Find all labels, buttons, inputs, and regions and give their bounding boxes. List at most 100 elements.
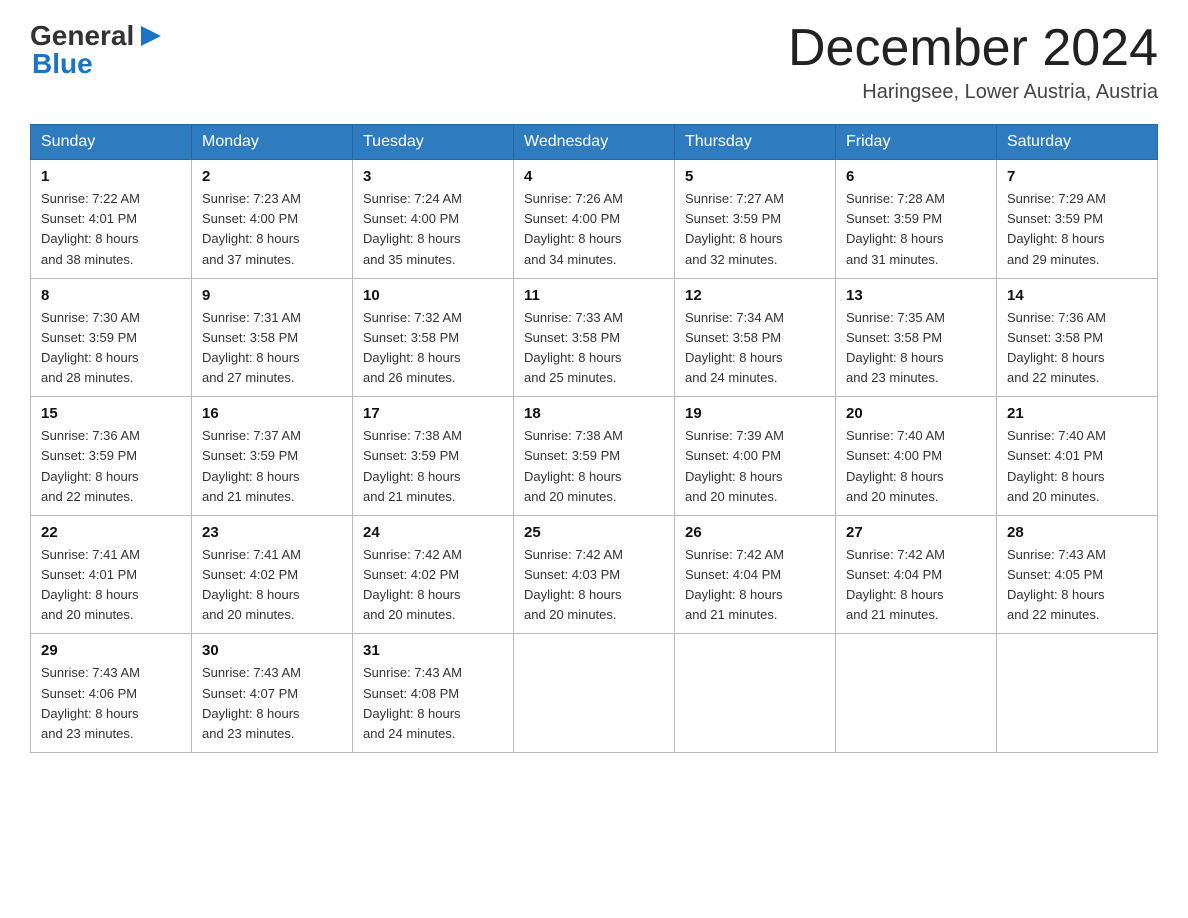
day-number: 9 <box>202 287 342 304</box>
day-cell: 9 Sunrise: 7:31 AM Sunset: 3:58 PM Dayli… <box>192 278 353 397</box>
day-info: Sunrise: 7:41 AM Sunset: 4:02 PM Dayligh… <box>202 545 342 626</box>
day-number: 21 <box>1007 405 1147 422</box>
day-info: Sunrise: 7:40 AM Sunset: 4:00 PM Dayligh… <box>846 426 986 507</box>
day-cell: 15 Sunrise: 7:36 AM Sunset: 3:59 PM Dayl… <box>31 397 192 516</box>
day-cell: 22 Sunrise: 7:41 AM Sunset: 4:01 PM Dayl… <box>31 515 192 634</box>
day-info: Sunrise: 7:43 AM Sunset: 4:06 PM Dayligh… <box>41 663 181 744</box>
day-info: Sunrise: 7:43 AM Sunset: 4:08 PM Dayligh… <box>363 663 503 744</box>
day-cell: 13 Sunrise: 7:35 AM Sunset: 3:58 PM Dayl… <box>836 278 997 397</box>
day-cell: 25 Sunrise: 7:42 AM Sunset: 4:03 PM Dayl… <box>514 515 675 634</box>
day-cell: 11 Sunrise: 7:33 AM Sunset: 3:58 PM Dayl… <box>514 278 675 397</box>
header-cell-tuesday: Tuesday <box>353 125 514 160</box>
calendar-header: SundayMondayTuesdayWednesdayThursdayFrid… <box>31 125 1158 160</box>
day-info: Sunrise: 7:43 AM Sunset: 4:07 PM Dayligh… <box>202 663 342 744</box>
week-row-3: 15 Sunrise: 7:36 AM Sunset: 3:59 PM Dayl… <box>31 397 1158 516</box>
day-info: Sunrise: 7:22 AM Sunset: 4:01 PM Dayligh… <box>41 189 181 270</box>
day-info: Sunrise: 7:33 AM Sunset: 3:58 PM Dayligh… <box>524 308 664 389</box>
day-cell: 10 Sunrise: 7:32 AM Sunset: 3:58 PM Dayl… <box>353 278 514 397</box>
day-info: Sunrise: 7:42 AM Sunset: 4:04 PM Dayligh… <box>846 545 986 626</box>
day-number: 22 <box>41 524 181 541</box>
day-number: 18 <box>524 405 664 422</box>
day-cell: 4 Sunrise: 7:26 AM Sunset: 4:00 PM Dayli… <box>514 160 675 279</box>
day-cell: 31 Sunrise: 7:43 AM Sunset: 4:08 PM Dayl… <box>353 634 514 753</box>
header-cell-wednesday: Wednesday <box>514 125 675 160</box>
day-number: 17 <box>363 405 503 422</box>
day-number: 25 <box>524 524 664 541</box>
day-number: 7 <box>1007 168 1147 185</box>
day-number: 29 <box>41 642 181 659</box>
day-number: 3 <box>363 168 503 185</box>
day-cell: 24 Sunrise: 7:42 AM Sunset: 4:02 PM Dayl… <box>353 515 514 634</box>
day-info: Sunrise: 7:24 AM Sunset: 4:00 PM Dayligh… <box>363 189 503 270</box>
day-info: Sunrise: 7:42 AM Sunset: 4:04 PM Dayligh… <box>685 545 825 626</box>
day-number: 28 <box>1007 524 1147 541</box>
location-text: Haringsee, Lower Austria, Austria <box>788 81 1158 104</box>
day-info: Sunrise: 7:39 AM Sunset: 4:00 PM Dayligh… <box>685 426 825 507</box>
day-number: 10 <box>363 287 503 304</box>
week-row-2: 8 Sunrise: 7:30 AM Sunset: 3:59 PM Dayli… <box>31 278 1158 397</box>
day-number: 13 <box>846 287 986 304</box>
header-cell-saturday: Saturday <box>997 125 1158 160</box>
day-cell: 21 Sunrise: 7:40 AM Sunset: 4:01 PM Dayl… <box>997 397 1158 516</box>
header-cell-thursday: Thursday <box>675 125 836 160</box>
title-section: December 2024 Haringsee, Lower Austria, … <box>788 20 1158 104</box>
page-header: General Blue December 2024 Haringsee, Lo… <box>30 20 1158 104</box>
day-info: Sunrise: 7:37 AM Sunset: 3:59 PM Dayligh… <box>202 426 342 507</box>
day-cell: 19 Sunrise: 7:39 AM Sunset: 4:00 PM Dayl… <box>675 397 836 516</box>
day-cell: 6 Sunrise: 7:28 AM Sunset: 3:59 PM Dayli… <box>836 160 997 279</box>
day-number: 6 <box>846 168 986 185</box>
day-cell: 30 Sunrise: 7:43 AM Sunset: 4:07 PM Dayl… <box>192 634 353 753</box>
day-number: 19 <box>685 405 825 422</box>
day-info: Sunrise: 7:30 AM Sunset: 3:59 PM Dayligh… <box>41 308 181 389</box>
day-cell: 20 Sunrise: 7:40 AM Sunset: 4:00 PM Dayl… <box>836 397 997 516</box>
day-number: 14 <box>1007 287 1147 304</box>
day-info: Sunrise: 7:23 AM Sunset: 4:00 PM Dayligh… <box>202 189 342 270</box>
header-cell-monday: Monday <box>192 125 353 160</box>
calendar-table: SundayMondayTuesdayWednesdayThursdayFrid… <box>30 124 1158 753</box>
day-info: Sunrise: 7:35 AM Sunset: 3:58 PM Dayligh… <box>846 308 986 389</box>
day-cell: 7 Sunrise: 7:29 AM Sunset: 3:59 PM Dayli… <box>997 160 1158 279</box>
day-info: Sunrise: 7:34 AM Sunset: 3:58 PM Dayligh… <box>685 308 825 389</box>
day-number: 31 <box>363 642 503 659</box>
logo-blue-text: Blue <box>32 48 93 79</box>
day-number: 23 <box>202 524 342 541</box>
day-cell: 26 Sunrise: 7:42 AM Sunset: 4:04 PM Dayl… <box>675 515 836 634</box>
day-cell: 12 Sunrise: 7:34 AM Sunset: 3:58 PM Dayl… <box>675 278 836 397</box>
day-number: 16 <box>202 405 342 422</box>
day-info: Sunrise: 7:32 AM Sunset: 3:58 PM Dayligh… <box>363 308 503 389</box>
day-cell: 17 Sunrise: 7:38 AM Sunset: 3:59 PM Dayl… <box>353 397 514 516</box>
day-number: 5 <box>685 168 825 185</box>
week-row-4: 22 Sunrise: 7:41 AM Sunset: 4:01 PM Dayl… <box>31 515 1158 634</box>
day-cell: 29 Sunrise: 7:43 AM Sunset: 4:06 PM Dayl… <box>31 634 192 753</box>
day-number: 4 <box>524 168 664 185</box>
day-info: Sunrise: 7:28 AM Sunset: 3:59 PM Dayligh… <box>846 189 986 270</box>
day-cell <box>836 634 997 753</box>
day-cell: 2 Sunrise: 7:23 AM Sunset: 4:00 PM Dayli… <box>192 160 353 279</box>
day-cell: 1 Sunrise: 7:22 AM Sunset: 4:01 PM Dayli… <box>31 160 192 279</box>
day-number: 20 <box>846 405 986 422</box>
month-title: December 2024 <box>788 20 1158 77</box>
day-cell: 18 Sunrise: 7:38 AM Sunset: 3:59 PM Dayl… <box>514 397 675 516</box>
day-number: 11 <box>524 287 664 304</box>
day-number: 15 <box>41 405 181 422</box>
day-info: Sunrise: 7:42 AM Sunset: 4:03 PM Dayligh… <box>524 545 664 626</box>
day-cell: 27 Sunrise: 7:42 AM Sunset: 4:04 PM Dayl… <box>836 515 997 634</box>
day-cell <box>514 634 675 753</box>
day-cell: 28 Sunrise: 7:43 AM Sunset: 4:05 PM Dayl… <box>997 515 1158 634</box>
day-number: 30 <box>202 642 342 659</box>
calendar-body: 1 Sunrise: 7:22 AM Sunset: 4:01 PM Dayli… <box>31 160 1158 753</box>
day-cell: 16 Sunrise: 7:37 AM Sunset: 3:59 PM Dayl… <box>192 397 353 516</box>
day-info: Sunrise: 7:31 AM Sunset: 3:58 PM Dayligh… <box>202 308 342 389</box>
day-info: Sunrise: 7:41 AM Sunset: 4:01 PM Dayligh… <box>41 545 181 626</box>
day-info: Sunrise: 7:38 AM Sunset: 3:59 PM Dayligh… <box>524 426 664 507</box>
day-info: Sunrise: 7:38 AM Sunset: 3:59 PM Dayligh… <box>363 426 503 507</box>
day-info: Sunrise: 7:40 AM Sunset: 4:01 PM Dayligh… <box>1007 426 1147 507</box>
day-cell <box>675 634 836 753</box>
header-cell-sunday: Sunday <box>31 125 192 160</box>
week-row-5: 29 Sunrise: 7:43 AM Sunset: 4:06 PM Dayl… <box>31 634 1158 753</box>
logo-arrow-icon <box>137 22 165 50</box>
day-info: Sunrise: 7:43 AM Sunset: 4:05 PM Dayligh… <box>1007 545 1147 626</box>
day-number: 8 <box>41 287 181 304</box>
day-number: 12 <box>685 287 825 304</box>
day-cell: 3 Sunrise: 7:24 AM Sunset: 4:00 PM Dayli… <box>353 160 514 279</box>
